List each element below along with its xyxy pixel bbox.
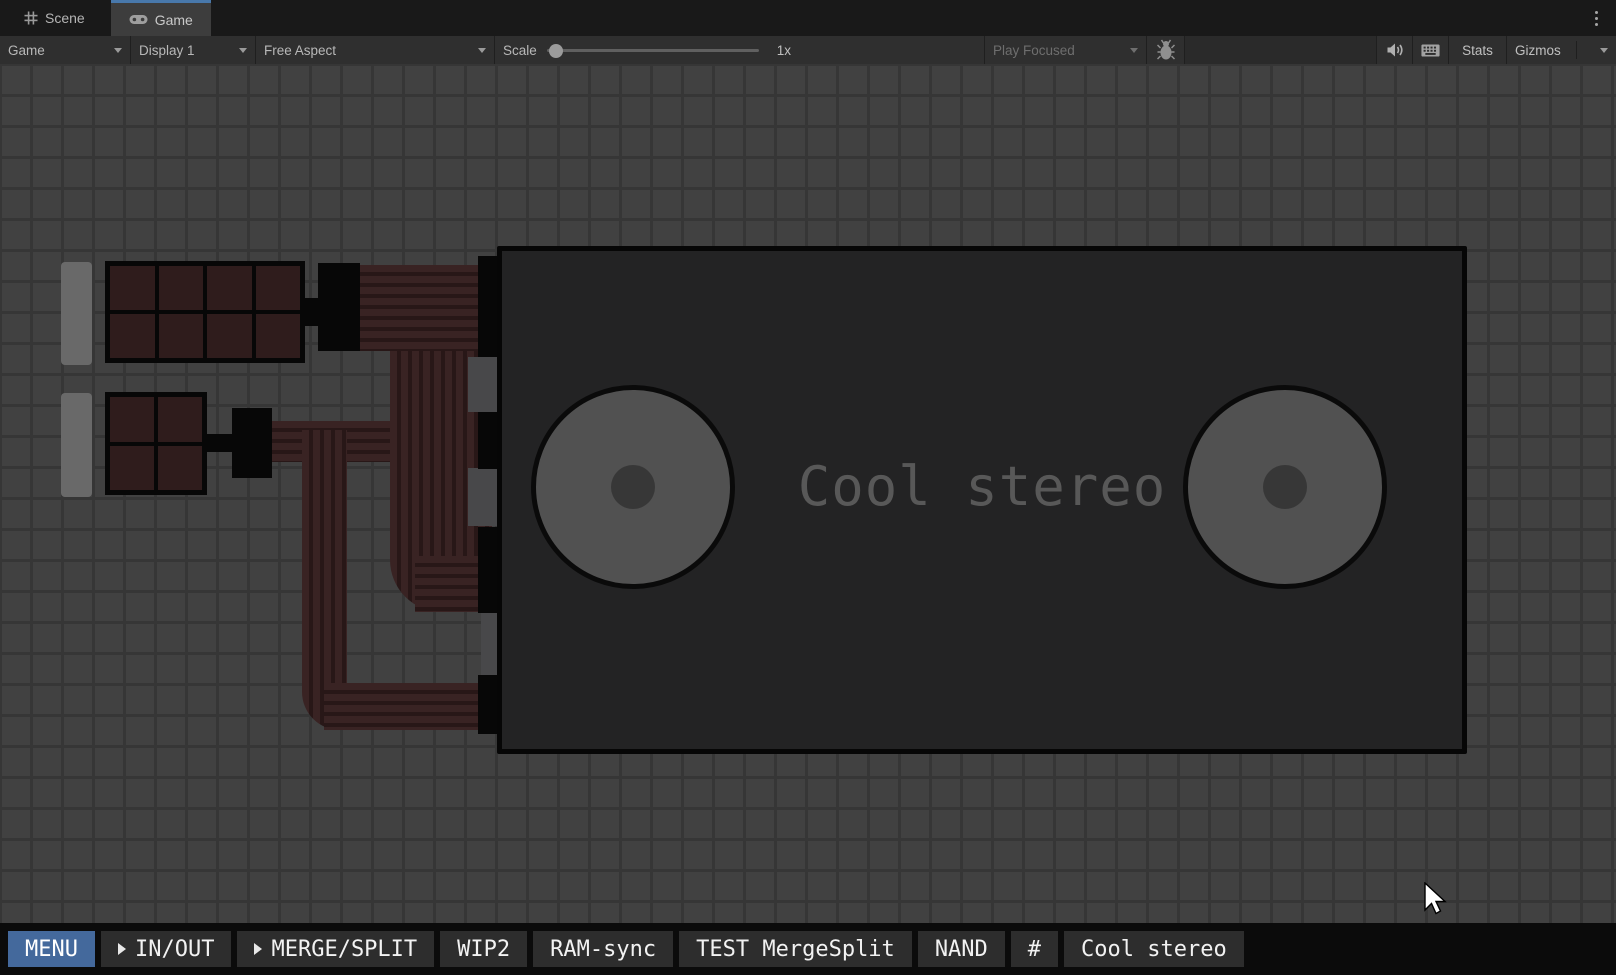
debug-button[interactable] (1147, 36, 1185, 64)
chevron-down-icon (1130, 47, 1138, 53)
submenu-arrow-icon (117, 943, 126, 955)
gizmos-label: Gizmos (1515, 42, 1561, 58)
input-module-8bit[interactable] (105, 261, 305, 363)
wire-ribbon (324, 683, 500, 730)
bit-cell[interactable] (158, 445, 202, 490)
tab-game[interactable]: Game (110, 0, 211, 36)
divider (1575, 41, 1577, 59)
menu-item-test-mergesplit[interactable]: TEST MergeSplit (679, 931, 912, 967)
keyboard-shortcuts-button[interactable] (1413, 36, 1449, 64)
tab-game-label: Game (154, 11, 193, 28)
menu-item-label: MERGE/SPLIT (271, 936, 418, 962)
input-module-4bit[interactable] (105, 392, 207, 495)
tab-scene[interactable]: Scene (6, 0, 103, 36)
scale-value: 1x (776, 42, 792, 58)
unity-game-window: Scene Game Game Display 1 Free Aspect Sc… (0, 0, 1616, 975)
play-mode-dropdown[interactable]: Play Focused (985, 36, 1147, 64)
menu-item-in-out[interactable]: IN/OUT (100, 931, 232, 967)
chip-title: Cool stereo (797, 455, 1167, 518)
menu-item-label: RAM-sync (550, 936, 657, 962)
menu-item-label: WIP2 (457, 936, 511, 962)
scale-slider[interactable] (546, 43, 759, 58)
menu-button-label: MENU (25, 936, 78, 962)
bit-cell[interactable] (207, 314, 252, 358)
game-view-dropdown[interactable]: Game (0, 36, 131, 64)
chevron-down-icon (1599, 47, 1608, 53)
bit-cell[interactable] (255, 266, 300, 310)
scale-label: Scale (503, 42, 537, 58)
stats-button[interactable]: Stats (1449, 36, 1507, 64)
module-connector[interactable] (232, 408, 272, 478)
toolbar-spacer (1185, 36, 1377, 64)
keyboard-icon (1421, 43, 1440, 57)
chevron-down-icon (239, 47, 247, 53)
game-menu-bar: MENU IN/OUT MERGE/SPLIT WIP2 RAM-sync TE… (0, 923, 1616, 975)
scale-control: Scale 1x (495, 36, 985, 64)
speaker-icon (1387, 43, 1403, 57)
mouse-cursor (1424, 882, 1447, 915)
play-mode-label: Play Focused (993, 42, 1075, 58)
chevron-down-icon (478, 47, 486, 53)
chevron-down-icon (114, 47, 122, 53)
module-connector-stub (205, 434, 234, 452)
tab-scene-label: Scene (45, 10, 85, 26)
stats-label: Stats (1462, 42, 1493, 58)
game-view-dropdown-label: Game (8, 42, 45, 58)
bit-cell[interactable] (158, 266, 203, 310)
bit-cell[interactable] (207, 266, 252, 310)
game-view-toolbar: Game Display 1 Free Aspect Scale 1x Play… (0, 36, 1616, 64)
bit-cell[interactable] (110, 445, 154, 490)
menu-item-label: IN/OUT (134, 936, 215, 962)
aspect-ratio-label: Free Aspect (264, 42, 337, 58)
menu-item-label: Cool stereo (1081, 936, 1227, 962)
bit-cell[interactable] (158, 397, 202, 442)
menu-button[interactable]: MENU (8, 931, 95, 967)
kebab-menu-icon[interactable] (1588, 8, 1604, 28)
bit-cell[interactable] (255, 314, 300, 358)
menu-item-hash[interactable]: # (1010, 931, 1059, 967)
bug-icon (1156, 39, 1175, 60)
menu-item-cool-stereo[interactable]: Cool stereo (1064, 931, 1244, 967)
bit-cell[interactable] (110, 266, 155, 310)
bit-cell[interactable] (110, 397, 154, 442)
bit-cell[interactable] (158, 314, 203, 358)
game-canvas[interactable]: Cool stereo (0, 64, 1616, 975)
menu-item-ram-sync[interactable]: RAM-sync (533, 931, 674, 967)
menu-item-nand[interactable]: NAND (917, 931, 1005, 967)
display-dropdown[interactable]: Display 1 (131, 36, 256, 64)
io-indicator-bar (61, 393, 92, 497)
gizmos-dropdown[interactable]: Gizmos (1507, 36, 1616, 64)
bit-cell[interactable] (110, 314, 155, 358)
menu-item-merge-split[interactable]: MERGE/SPLIT (237, 931, 435, 967)
mute-audio-button[interactable] (1377, 36, 1413, 64)
view-tab-bar: Scene Game (0, 0, 1616, 36)
display-dropdown-label: Display 1 (139, 42, 195, 58)
module-connector[interactable] (318, 263, 360, 351)
gamepad-icon (129, 15, 148, 24)
scene-grid-icon (24, 11, 38, 25)
menu-item-label: # (1027, 936, 1042, 962)
scale-slider-thumb[interactable] (548, 43, 563, 58)
submenu-arrow-icon (254, 943, 263, 955)
menu-item-label: NAND (934, 936, 988, 962)
menu-item-wip2[interactable]: WIP2 (440, 931, 528, 967)
io-indicator-bar (61, 262, 92, 365)
menu-item-label: TEST MergeSplit (696, 936, 895, 962)
aspect-ratio-dropdown[interactable]: Free Aspect (256, 36, 495, 64)
